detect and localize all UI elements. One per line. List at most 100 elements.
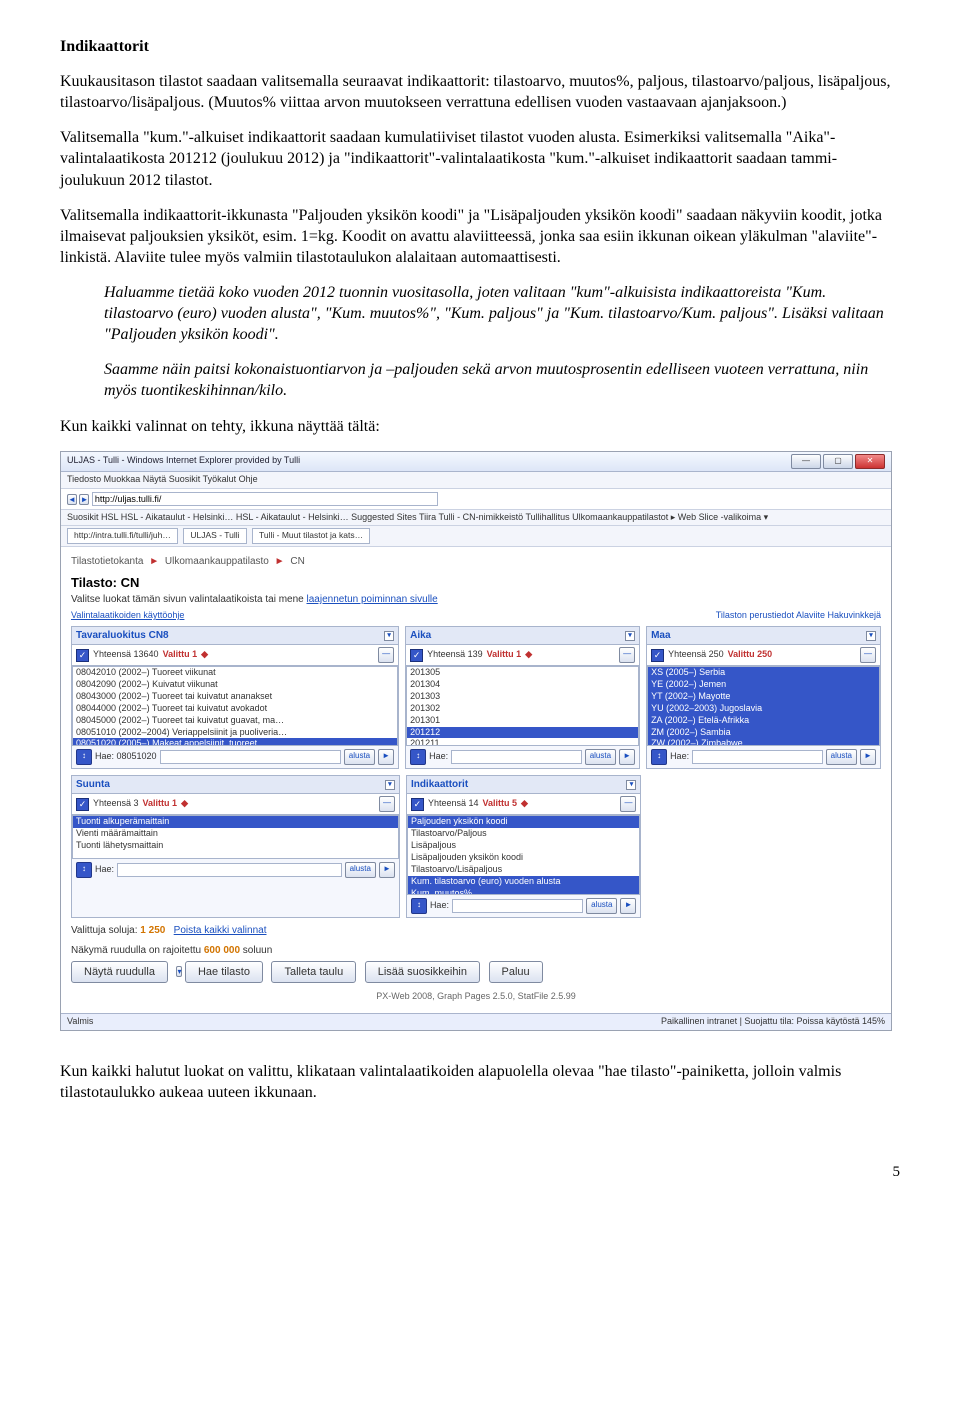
dropdown-icon[interactable]: ▾: [385, 780, 395, 790]
dropdown-icon[interactable]: ▾: [625, 631, 635, 641]
dropdown-icon[interactable]: ▾: [384, 631, 394, 641]
list-item[interactable]: YT (2002–) Mayotte: [648, 691, 879, 703]
favorites-bar[interactable]: Suosikit HSL HSL - Aikataulut - Helsinki…: [61, 510, 891, 527]
sort-button[interactable]: ↕: [76, 749, 92, 765]
search-go-button[interactable]: ►: [379, 862, 395, 878]
search-input[interactable]: [160, 750, 341, 764]
tab-3[interactable]: Tulli - Muut tilastot ja kats…: [252, 528, 370, 543]
alusta-button[interactable]: alusta: [345, 862, 376, 878]
tab-1[interactable]: http://intra.tulli.fi/tulli/juh…: [67, 528, 178, 543]
panel-suunta-title: Suunta: [76, 778, 110, 791]
expand-button[interactable]: —: [860, 647, 876, 663]
list-item[interactable]: YE (2002–) Jemen: [648, 679, 879, 691]
list-item[interactable]: 08044000 (2002–) Tuoreet tai kuivatut av…: [73, 703, 397, 715]
list-item[interactable]: 08042090 (2002–) Kuivatut viikunat: [73, 679, 397, 691]
select-all-checkbox[interactable]: ✓: [76, 798, 89, 811]
select-all-checkbox[interactable]: ✓: [411, 798, 424, 811]
hae-label: Hae:: [95, 864, 114, 876]
lisaa-suosikkeihin-button[interactable]: Lisää suosikkeihin: [365, 961, 480, 984]
status-right: Paikallinen intranet | Suojattu tila: Po…: [661, 1016, 885, 1028]
alusta-button[interactable]: alusta: [586, 898, 617, 914]
list-item[interactable]: 201303: [407, 691, 638, 703]
expand-button[interactable]: —: [379, 796, 395, 812]
close-button[interactable]: ✕: [855, 454, 885, 469]
list-item[interactable]: Lisäpaljouden yksikön koodi: [408, 852, 640, 864]
list-item[interactable]: 201304: [407, 679, 638, 691]
clear-all-link[interactable]: Poista kaikki valinnat: [174, 925, 267, 936]
select-all-checkbox[interactable]: ✓: [410, 649, 423, 662]
dropdown-icon[interactable]: ▾: [626, 780, 636, 790]
dropdown-icon[interactable]: ▾: [176, 966, 182, 977]
paragraph-bottom: Kun kaikki halutut luokat on valittu, kl…: [60, 1061, 900, 1103]
search-input[interactable]: [117, 863, 342, 877]
dropdown-icon[interactable]: ▾: [866, 631, 876, 641]
sort-button[interactable]: ↕: [410, 749, 426, 765]
alusta-button[interactable]: alusta: [826, 749, 857, 765]
sort-button[interactable]: ↕: [411, 898, 427, 914]
hae-tilasto-button[interactable]: Hae tilasto: [185, 961, 263, 984]
back-button[interactable]: ◄: [67, 494, 77, 505]
list-item[interactable]: 08043000 (2002–) Tuoreet tai kuivatut an…: [73, 691, 397, 703]
search-input[interactable]: [692, 750, 823, 764]
expand-button[interactable]: —: [620, 796, 636, 812]
search-go-button[interactable]: ►: [860, 749, 876, 765]
list-item[interactable]: Tilastoarvo/Paljous: [408, 828, 640, 840]
sort-button[interactable]: ↕: [76, 862, 92, 878]
suunta-list[interactable]: Tuonti alkuperämaittain Vienti määrämait…: [72, 815, 399, 859]
hae-label: Hae:: [670, 751, 689, 763]
extended-query-link[interactable]: laajennetun poiminnan sivulle: [307, 594, 438, 605]
list-item[interactable]: 201301: [407, 715, 638, 727]
browser-menu[interactable]: Tiedosto Muokkaa Näytä Suosikit Työkalut…: [61, 472, 891, 489]
forward-button[interactable]: ►: [79, 494, 89, 505]
address-input[interactable]: [92, 492, 438, 506]
nayta-ruudulla-button[interactable]: Näytä ruudulla: [71, 961, 168, 984]
aika-list[interactable]: 201305 201304 201303 201302 201301 20121…: [406, 666, 639, 746]
select-all-checkbox[interactable]: ✓: [76, 649, 89, 662]
list-item[interactable]: Tuonti lähetysmaittain: [73, 840, 398, 852]
list-item[interactable]: YU (2002–2003) Jugoslavia: [648, 703, 879, 715]
maa-list[interactable]: XS (2005–) Serbia YE (2002–) Jemen YT (2…: [647, 666, 880, 746]
list-item[interactable]: ZA (2002–) Etelä-Afrikka: [648, 715, 879, 727]
bc-2[interactable]: Ulkomaankauppatilasto: [165, 556, 269, 567]
paluu-button[interactable]: Paluu: [489, 961, 543, 984]
list-item[interactable]: 201212: [407, 727, 638, 739]
alusta-button[interactable]: alusta: [585, 749, 616, 765]
bc-3[interactable]: CN: [290, 556, 304, 567]
sort-button[interactable]: ↕: [651, 749, 667, 765]
list-item[interactable]: 08045000 (2002–) Tuoreet tai kuivatut gu…: [73, 715, 397, 727]
talleta-taulu-button[interactable]: Talleta taulu: [271, 961, 356, 984]
cn8-list[interactable]: 08042010 (2002–) Tuoreet viikunat 080420…: [72, 666, 398, 746]
list-item[interactable]: 201305: [407, 667, 638, 679]
list-item[interactable]: XS (2005–) Serbia: [648, 667, 879, 679]
alusta-button[interactable]: alusta: [344, 749, 375, 765]
tab-2[interactable]: ULJAS - Tulli: [183, 528, 246, 543]
list-item[interactable]: Tilastoarvo/Lisäpaljous: [408, 864, 640, 876]
search-input[interactable]: [452, 899, 583, 913]
list-item[interactable]: ZW (2002–) Zimbabwe: [648, 738, 879, 746]
expand-button[interactable]: —: [619, 647, 635, 663]
list-item[interactable]: Paljouden yksikön koodi: [408, 816, 640, 828]
search-input[interactable]: [451, 750, 582, 764]
list-item[interactable]: Tuonti alkuperämaittain: [73, 816, 398, 828]
list-item[interactable]: Lisäpaljous: [408, 840, 640, 852]
usage-help-link[interactable]: Valintalaatikoiden käyttöohje: [71, 610, 184, 622]
list-item[interactable]: 08042010 (2002–) Tuoreet viikunat: [73, 667, 397, 679]
maximize-button[interactable]: ▢: [823, 454, 853, 469]
list-item[interactable]: 201302: [407, 703, 638, 715]
ind-list[interactable]: Paljouden yksikön koodi Tilastoarvo/Palj…: [407, 815, 641, 895]
bc-1[interactable]: Tilastotietokanta: [71, 556, 143, 567]
list-item[interactable]: 08051010 (2002–2004) Veriappelsiinit ja …: [73, 727, 397, 739]
search-go-button[interactable]: ►: [378, 749, 394, 765]
minimize-button[interactable]: —: [791, 454, 821, 469]
list-item[interactable]: Kum. muutos%: [408, 888, 640, 896]
list-item[interactable]: 201211: [407, 738, 638, 746]
search-go-button[interactable]: ►: [620, 898, 636, 914]
select-all-checkbox[interactable]: ✓: [651, 649, 664, 662]
search-go-button[interactable]: ►: [619, 749, 635, 765]
topright-links[interactable]: Tilaston perustiedot Alaviite Hakuvinkke…: [716, 610, 881, 622]
expand-button[interactable]: —: [378, 647, 394, 663]
list-item[interactable]: ZM (2002–) Sambia: [648, 727, 879, 739]
list-item[interactable]: 08051020 (2005–) Makeat appelsiinit, tuo…: [73, 738, 397, 746]
list-item[interactable]: Vienti määrämaittain: [73, 828, 398, 840]
list-item[interactable]: Kum. tilastoarvo (euro) vuoden alusta: [408, 876, 640, 888]
